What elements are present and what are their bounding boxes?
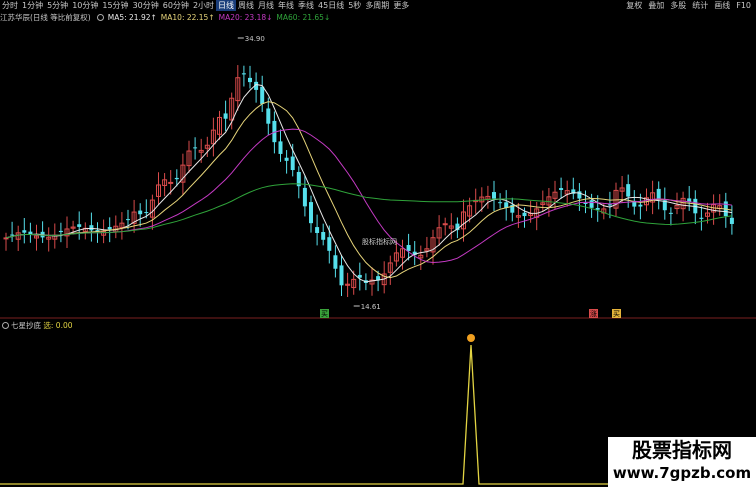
candle-body-down [577,191,582,199]
candle-body-down [126,219,130,221]
candle-body-down [559,188,564,190]
candle-body-down [729,217,734,224]
candle-body-up [442,223,448,226]
buy-signal-2: 买 [613,310,620,318]
candle-body-down [144,212,149,214]
candle-body-down [248,77,252,83]
candle-body-down [28,231,33,235]
candle-body-down [492,192,496,199]
inline-watermark: 股标指标网 [362,237,397,246]
candle-body-down [10,234,15,236]
candle-body-down [321,232,326,240]
buy-signal-1: 买 [321,310,328,318]
signal-dot [467,334,475,342]
candle-body-down [241,73,246,75]
moving-averages [5,83,732,283]
ma10-line [5,101,732,279]
candle-body-down [266,108,271,124]
candle-body-down [107,226,112,230]
candle-body-down [284,157,289,161]
candle-body-down [290,156,295,171]
candle-body-down [656,188,661,200]
candle-body-down [498,202,503,204]
candle-body-down [278,141,283,154]
candle-body-down [589,200,594,208]
candle-body-down [333,255,338,269]
candle-body-down [58,230,63,233]
candle-body-down [22,230,27,233]
rise-signal: 涨 [590,309,597,318]
high-label: 34.90 [245,35,265,43]
candle-body-up [168,181,174,184]
candle-body-down [638,204,643,207]
watermark-title: 股票指标网 [632,438,732,462]
candle-body-down [302,187,307,207]
candlesticks [3,65,734,297]
candle-body-down [315,227,320,233]
candle-body-down [327,237,332,251]
candle-body-down [406,245,411,251]
site-watermark: 股票指标网 www.7gpzb.com [608,437,756,487]
candle-body-down [583,202,588,204]
annotations: 34.90 14.61 股标指标网买 涨 买 [237,35,621,318]
ma5-line [5,83,732,283]
candle-body-down [260,86,265,105]
kline-chart[interactable]: 34.90 14.61 股标指标网买 涨 买 [0,0,756,487]
candle-body-down [309,202,313,224]
candle-body-down [174,177,179,180]
candle-body-down [77,224,82,227]
candle-body-down [138,210,143,215]
candle-body-down [699,217,704,219]
low-label: 14.61 [361,303,381,311]
watermark-url: www.7gpzb.com [612,464,752,482]
candle-body-down [89,225,94,231]
candle-body-down [607,204,612,206]
candle-body-down [668,212,673,214]
candle-body-down [339,265,344,286]
candle-body-down [223,113,228,119]
candle-body-down [626,184,631,197]
candle-body-down [193,147,198,149]
candle-body-down [522,212,527,217]
